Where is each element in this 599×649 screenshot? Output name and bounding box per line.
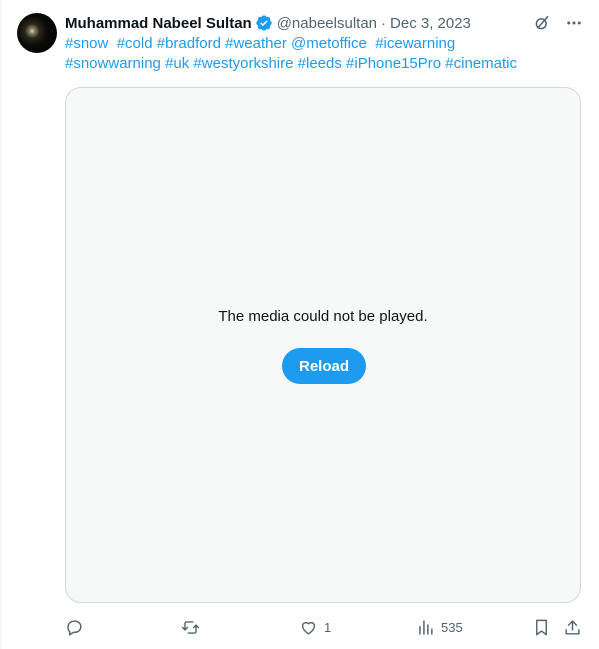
author-name[interactable]: Muhammad Nabeel Sultan xyxy=(65,15,252,32)
hashtag-link[interactable]: #leeds xyxy=(298,55,342,72)
more-icon[interactable] xyxy=(563,12,585,34)
views-button[interactable]: 535 xyxy=(416,614,463,640)
hashtag-link[interactable]: #snowwarning xyxy=(65,55,161,72)
reply-icon xyxy=(67,619,82,636)
bookmark-icon xyxy=(536,619,547,635)
like-icon xyxy=(301,621,316,635)
author-handle[interactable]: @nabeelsultan xyxy=(277,15,377,32)
tweet-date[interactable]: Dec 3, 2023 xyxy=(390,15,471,32)
separator-dot: · xyxy=(381,14,387,32)
hashtag-link[interactable]: #cinematic xyxy=(445,55,517,72)
hashtag-link[interactable]: #westyorkshire xyxy=(193,55,293,72)
avatar[interactable] xyxy=(17,13,57,53)
grok-icon[interactable] xyxy=(531,12,553,34)
hashtag-link[interactable]: #cold xyxy=(117,35,153,52)
tweet-header: Muhammad Nabeel Sultan @nabeelsultan · D… xyxy=(65,12,471,34)
like-button[interactable]: 1 xyxy=(299,614,331,640)
tweet-text: #snow #cold #bradford #weather @metoffic… xyxy=(65,34,580,74)
left-border xyxy=(0,0,1,649)
bookmark-button[interactable] xyxy=(532,614,551,640)
share-button[interactable] xyxy=(563,614,582,640)
retweet-button[interactable] xyxy=(181,614,206,640)
hashtag-link[interactable]: #icewarning xyxy=(375,35,455,52)
views-icon xyxy=(419,619,433,635)
hashtag-link[interactable]: #iPhone15Pro xyxy=(346,55,441,72)
hashtag-link[interactable]: #snow xyxy=(65,35,108,52)
views-count: 535 xyxy=(441,619,463,635)
retweet-icon xyxy=(181,620,200,634)
hashtag-link[interactable]: #uk xyxy=(165,55,189,72)
reply-button[interactable] xyxy=(65,614,90,640)
share-icon xyxy=(565,619,580,635)
top-actions xyxy=(531,12,585,34)
verified-badge-icon xyxy=(255,14,273,32)
hashtag-link[interactable]: #bradford xyxy=(157,35,221,52)
media-error-message: The media could not be played. xyxy=(218,308,428,325)
hashtag-link[interactable]: #weather xyxy=(225,35,287,52)
action-bar: 1 535 xyxy=(65,614,589,640)
reload-button[interactable]: Reload xyxy=(282,348,366,384)
like-count: 1 xyxy=(324,619,332,635)
mention-link[interactable]: @metoffice xyxy=(291,35,367,52)
media-container[interactable]: The media could not be played. Reload xyxy=(65,87,581,603)
